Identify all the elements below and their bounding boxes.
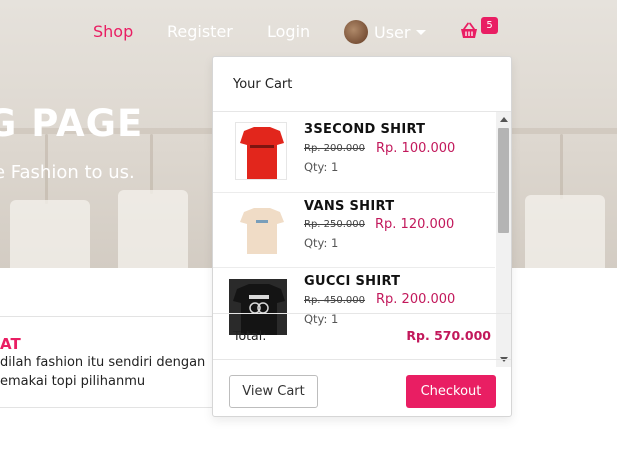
navbar: Shop Register Login User 5 (0, 0, 617, 62)
hero-title: G PAGE (0, 102, 144, 145)
total-value: Rp. 570.000 (406, 328, 491, 343)
hanger (560, 134, 563, 199)
hanger (150, 134, 153, 194)
info-text-line: emakai topi pilihanmu (0, 374, 146, 389)
product-thumbnail (235, 122, 287, 180)
nav-register-link[interactable]: Register (167, 22, 233, 41)
cart-item-name: 3SECOND SHIRT (304, 122, 426, 137)
cart-item-price: Rp. 100.000 (376, 141, 456, 156)
view-cart-button[interactable]: View Cart (229, 375, 318, 408)
cart-item[interactable]: 3SECOND SHIRT Rp. 200.000 Rp. 100.000 Qt… (213, 112, 495, 193)
cart-basket-icon[interactable] (459, 22, 479, 40)
cart-title: Your Cart (233, 76, 293, 92)
garment (118, 190, 188, 268)
chevron-down-icon (416, 29, 427, 35)
cart-item-qty: Qty: 1 (304, 236, 339, 250)
cart-item[interactable]: VANS SHIRT Rp. 250.000 Rp. 120.000 Qty: … (213, 193, 495, 268)
cart-item-old-price: Rp. 250.000 (304, 219, 366, 230)
garment (525, 195, 605, 268)
user-label: User (374, 22, 411, 42)
cart-item-price: Rp. 120.000 (375, 217, 455, 232)
garment (10, 200, 90, 268)
user-menu-toggle[interactable]: User (344, 20, 427, 44)
cart-item-name: GUCCI SHIRT (304, 274, 401, 289)
cart-count-badge: 5 (481, 17, 498, 34)
cart-item-old-price: Rp. 200.000 (304, 143, 366, 154)
cart-item-price: Rp. 200.000 (376, 292, 456, 307)
info-title: AT (0, 335, 21, 353)
cart-item-name: VANS SHIRT (304, 199, 395, 214)
scrollbar-thumb[interactable] (498, 128, 509, 233)
cart-dropdown: Your Cart 3SECOND SHIRT Rp. 200.000 Rp. … (212, 56, 512, 417)
hero-subtitle: e Fashion to us. (0, 162, 135, 183)
info-text-line: dilah fashion itu sendiri dengan (0, 355, 206, 370)
nav-shop-link[interactable]: Shop (93, 22, 133, 41)
cart-item-old-price: Rp. 450.000 (304, 295, 366, 306)
cart-item-qty: Qty: 1 (304, 160, 339, 174)
total-label: Total: (233, 328, 267, 343)
product-thumbnail (235, 201, 287, 259)
cart-header: Your Cart (213, 57, 511, 112)
avatar (344, 20, 368, 44)
scroll-up-arrow-icon[interactable] (500, 117, 508, 122)
checkout-button[interactable]: Checkout (406, 375, 496, 408)
nav-login-link[interactable]: Login (267, 22, 310, 41)
cart-total-row: Total: Rp. 570.000 (213, 313, 511, 360)
info-card: AT dilah fashion itu sendiri dengan emak… (0, 316, 230, 408)
